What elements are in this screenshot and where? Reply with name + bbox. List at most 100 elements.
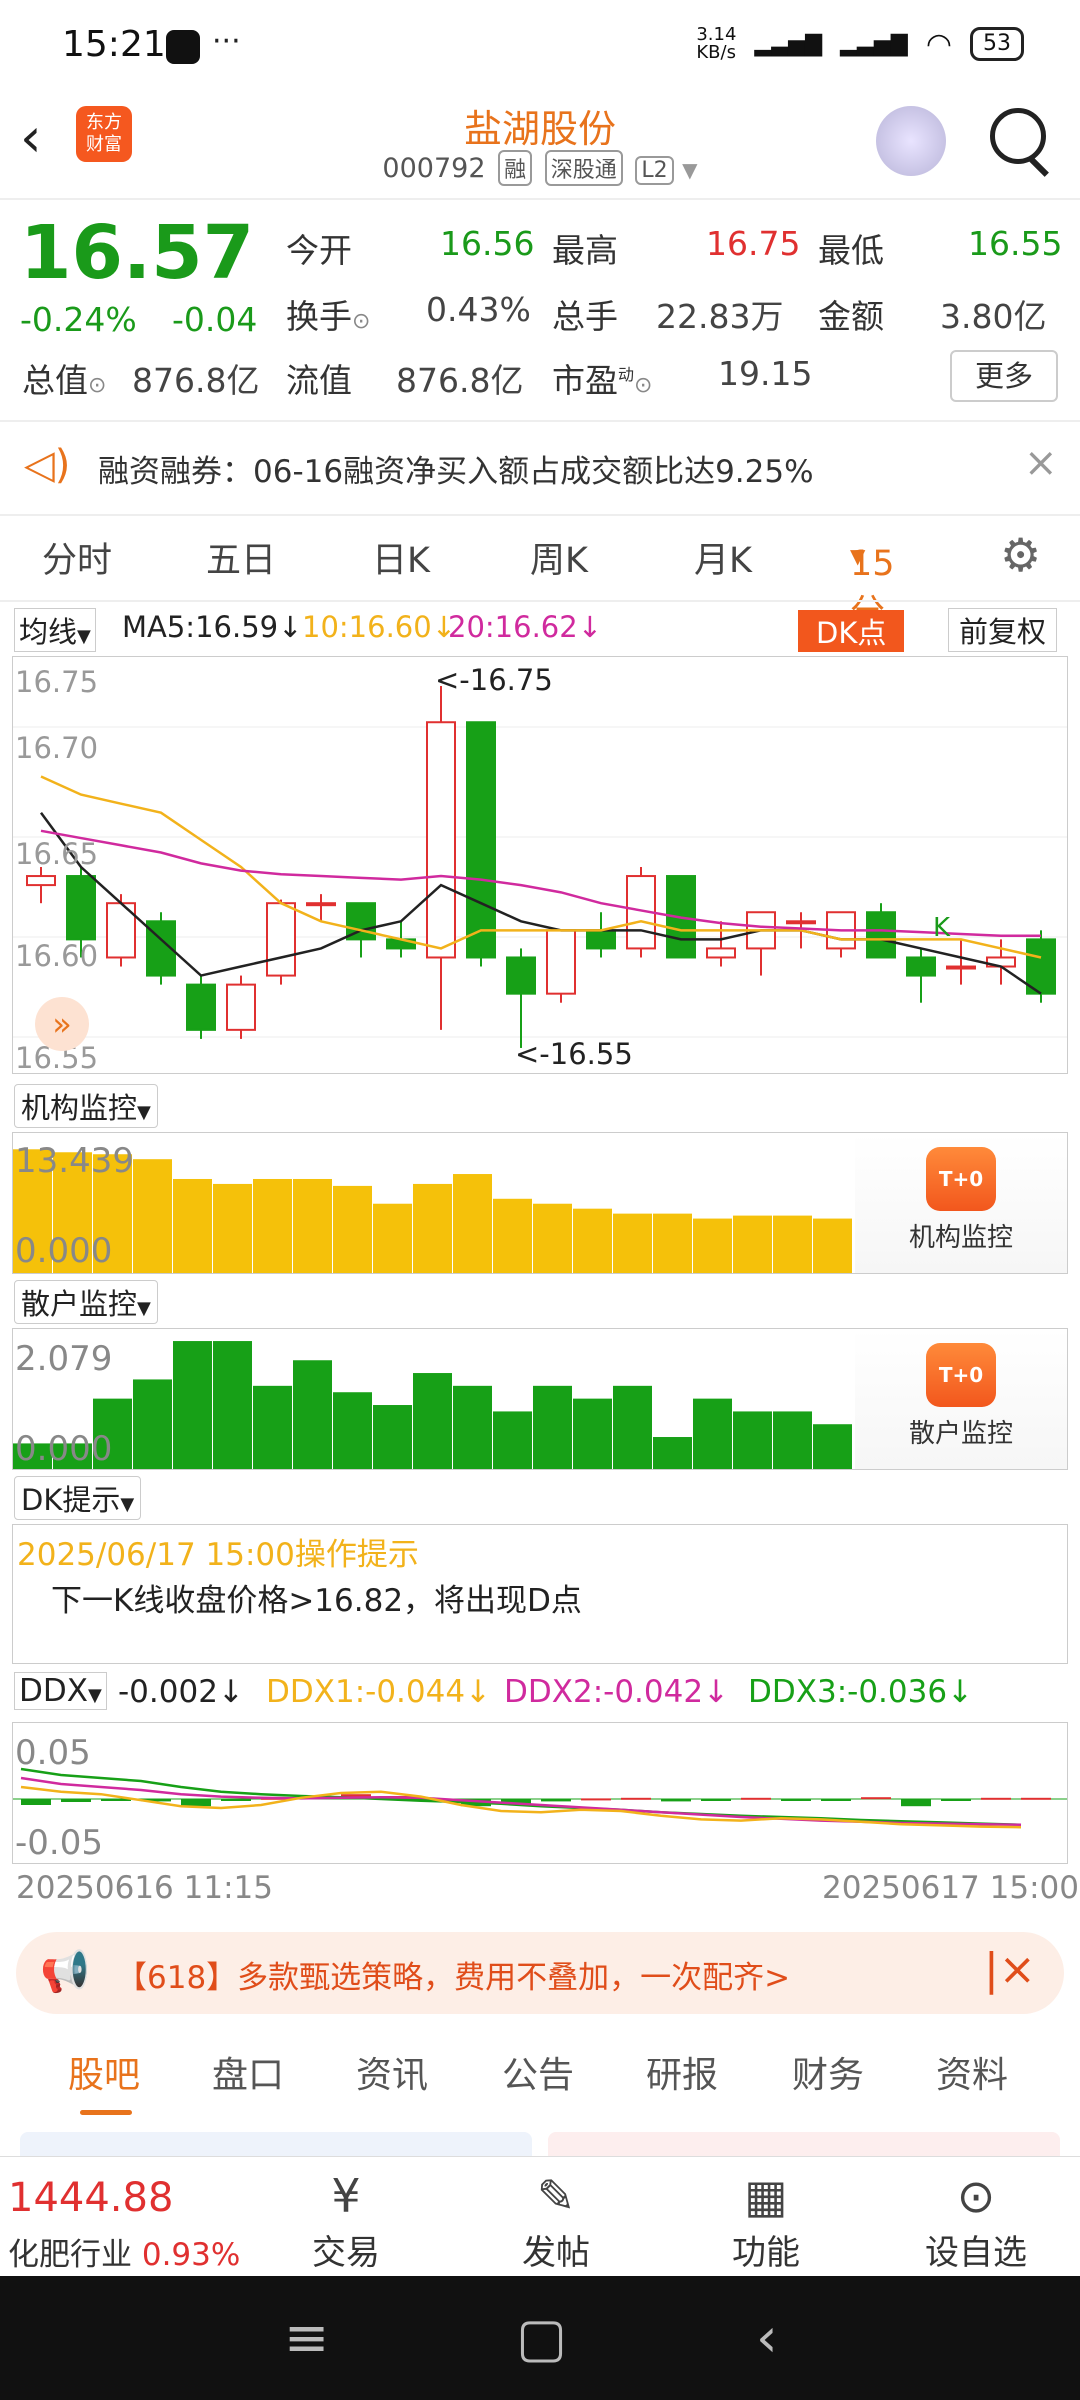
tab-rik[interactable]: 日K	[372, 532, 430, 583]
bar	[733, 1411, 772, 1469]
ma-legend: 均线▼ MA5:16.59↓ 10:16.60↓ 20:16.62↓ DK点 前…	[0, 608, 1080, 654]
ddx-selector[interactable]: DDX▼	[14, 1672, 107, 1710]
nav-add-watch[interactable]: ⊙ 设自选	[896, 2167, 1056, 2274]
pe-label[interactable]: 市盈动⊙	[552, 354, 652, 402]
period-tabs: 分时 五日 日K 周K 月K 15分▼ ⚙	[42, 528, 1042, 633]
retail-min: 0.000	[15, 1429, 113, 1469]
index-value[interactable]: 1444.88	[8, 2175, 173, 2221]
tab-zixun[interactable]: 资讯	[356, 2046, 428, 2098]
retail-monitor-chart: 2.079 0.000 T+0 散户监控	[12, 1328, 1068, 1470]
close-icon[interactable]: |×	[984, 1944, 1036, 1995]
ddx-end-date: 20250617 15:00	[822, 1870, 1079, 1906]
candle-body	[266, 902, 296, 977]
ddx-bar	[61, 1799, 91, 1802]
candle-body	[226, 983, 256, 1031]
bar	[293, 1360, 332, 1469]
promo-banner[interactable]: 📢 【618】多款甄选策略，费用不叠加，一次配齐> |×	[16, 1932, 1064, 2014]
bar	[693, 1218, 732, 1273]
bar	[573, 1398, 612, 1469]
grid-icon: ▦	[744, 2169, 788, 2223]
ddx-bar	[221, 1799, 251, 1801]
dk-button[interactable]: DK点	[798, 610, 905, 652]
sector-line[interactable]: 化肥行业 0.93%	[8, 2229, 240, 2274]
tab-yanbao[interactable]: 研报	[646, 2046, 718, 2098]
nav-function[interactable]: ▦ 功能	[686, 2167, 846, 2274]
ma5-line	[39, 811, 1042, 995]
bar	[453, 1174, 492, 1273]
more-button[interactable]: 更多	[950, 350, 1058, 402]
tab-guba[interactable]: 股吧	[68, 2046, 140, 2098]
tab-pankou[interactable]: 盘口	[212, 2046, 284, 2098]
candle-body	[946, 965, 976, 970]
clock: 15:21	[62, 24, 166, 65]
ddx-bar	[581, 1798, 611, 1801]
t0-icon: T+0	[926, 1147, 996, 1211]
bar	[813, 1218, 852, 1273]
candle-body	[586, 929, 616, 950]
chevron-down-icon: ▼	[682, 158, 698, 182]
pe-value: 19.15	[718, 354, 813, 393]
tab-caiwu[interactable]: 财务	[792, 2046, 864, 2098]
ddx-bar	[181, 1799, 211, 1807]
ddx1-value: DDX1:-0.044↓	[266, 1674, 492, 1710]
inst-monitor-card[interactable]: T+0 机构监控	[855, 1133, 1067, 1273]
bar	[413, 1373, 452, 1469]
back-icon[interactable]: ‹	[756, 2306, 778, 2369]
tiktok-icon	[166, 30, 200, 64]
promo-text: 【618】多款甄选策略，费用不叠加，一次配齐>	[116, 1960, 791, 1996]
tab-yuek[interactable]: 月K	[694, 532, 752, 583]
tab-ziliao[interactable]: 资料	[936, 2046, 1008, 2098]
bar	[813, 1424, 852, 1469]
menu-icon[interactable]: ≡	[284, 2306, 329, 2369]
bar	[773, 1411, 812, 1469]
mktcap-label[interactable]: 总值⊙	[22, 354, 106, 402]
kline-chart[interactable]: 16.75 16.70 16.65 16.60 16.55 <-16.75 <-…	[12, 656, 1068, 1075]
content-card	[548, 2132, 1060, 2156]
candle-body	[426, 721, 456, 959]
robot-avatar-icon[interactable]	[876, 106, 946, 176]
retail-card-label: 散户监控	[908, 1419, 1013, 1449]
ddx-ymin: -0.05	[15, 1823, 103, 1863]
tab-gonggao[interactable]: 公告	[502, 2046, 574, 2098]
change-value: -0.04	[172, 300, 258, 339]
bar	[613, 1385, 652, 1469]
ddx-bar	[101, 1799, 131, 1801]
search-icon[interactable]	[990, 108, 1046, 164]
inst-max: 13.439	[15, 1141, 134, 1181]
notice-bar[interactable]: ◁) 融资融券：06-16融资净买入额占成交额比达9.25% ×	[0, 420, 1080, 516]
inst-selector[interactable]: 机构监控▼	[14, 1084, 158, 1128]
status-bar: 15:21 ··· 3.14 KB/s ▂▃▅▇ ▂▃▅▇ ◠ 53	[0, 0, 1080, 92]
fuquan-button[interactable]: 前复权	[948, 608, 1058, 652]
nav-trade[interactable]: ¥ 交易	[266, 2167, 426, 2274]
megaphone-icon: 📢	[40, 1949, 90, 1995]
home-icon[interactable]: ▢	[516, 2306, 567, 2369]
dk-selector[interactable]: DK提示▼	[14, 1476, 142, 1520]
candle-body	[906, 956, 936, 977]
candle-body	[306, 902, 336, 907]
retail-selector[interactable]: 散户监控▼	[14, 1280, 158, 1324]
amount-label: 金额	[818, 297, 884, 336]
ma-selector[interactable]: 均线▼	[14, 608, 96, 652]
nav-post[interactable]: ✎ 发帖	[476, 2167, 636, 2274]
gear-icon[interactable]: ⚙	[1000, 528, 1041, 582]
low-value: 16.55	[968, 224, 1063, 263]
close-icon[interactable]: ×	[1024, 440, 1058, 486]
bar	[133, 1379, 172, 1469]
turnover-label[interactable]: 换手⊙	[286, 290, 370, 338]
ddx-legend: DDX▼ -0.002↓ DDX1:-0.044↓ DDX2:-0.042↓ D…	[0, 1672, 1080, 1720]
high-label: 最高	[552, 231, 618, 270]
tab-zhouk[interactable]: 周K	[530, 532, 588, 583]
tab-fenshi[interactable]: 分时	[42, 532, 112, 583]
ddx-bar	[1021, 1797, 1051, 1800]
inst-card-label: 机构监控	[908, 1223, 1013, 1253]
ddx-chart: 0.05 -0.05	[12, 1722, 1068, 1864]
volume-value: 22.83万	[656, 297, 784, 336]
bar	[213, 1183, 252, 1273]
inst-bars	[13, 1149, 852, 1273]
tab-wuri[interactable]: 五日	[206, 532, 276, 583]
candle-body	[786, 920, 816, 925]
float-label: 流值	[286, 361, 352, 400]
retail-monitor-card[interactable]: T+0 散户监控	[855, 1329, 1067, 1469]
expand-arrows-icon[interactable]: »	[35, 997, 89, 1051]
ddx-bar	[901, 1799, 931, 1807]
